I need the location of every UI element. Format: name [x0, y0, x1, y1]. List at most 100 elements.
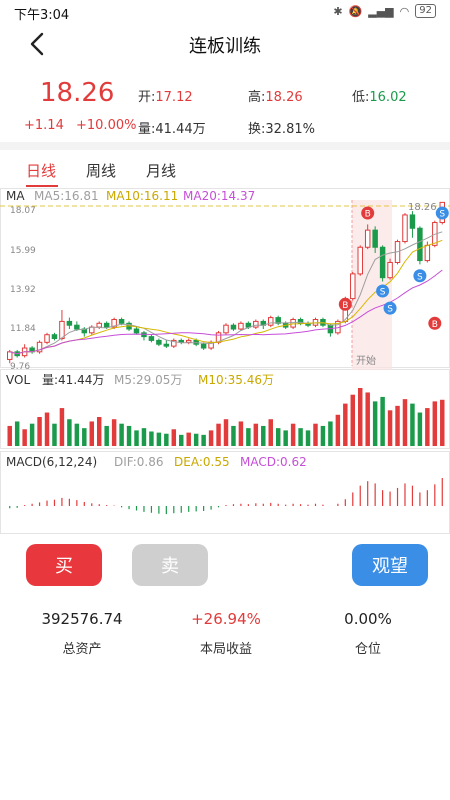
sell-marker-label: S	[439, 210, 445, 220]
volume-bar	[223, 419, 229, 446]
kline-chart[interactable]: MA MA5:16.81 MA10:16.11 MA20:14.37 18.07…	[0, 188, 450, 535]
ma20-label: MA20:14.37	[183, 189, 255, 203]
volume-bar	[156, 432, 162, 446]
tab-daily[interactable]: 日线	[26, 160, 56, 181]
volume-bar	[432, 401, 438, 446]
volume-bar	[201, 434, 206, 446]
candle-body	[156, 339, 162, 345]
volume-bar	[410, 403, 415, 446]
volume-bar	[171, 429, 177, 446]
signal-icon: ▂▄▆	[368, 4, 394, 18]
vol-label: VOL	[6, 373, 30, 387]
axis-price-1: 18.07	[10, 206, 36, 216]
tab-weekly[interactable]: 周线	[86, 160, 116, 181]
candle-body	[409, 214, 416, 229]
vol-value: 量:41.44万	[42, 373, 104, 387]
tab-monthly[interactable]: 月线	[146, 160, 176, 181]
axis-price-5: 9.76	[10, 362, 30, 372]
candle-body	[364, 229, 371, 248]
round-return-label: 本局收益	[199, 642, 252, 657]
candle-body	[223, 324, 229, 334]
macd-label: MACD(6,12,24)	[6, 455, 97, 469]
candle-body	[133, 328, 140, 334]
status-bar: 下午3:04 ✱ 🔕 ▂▄▆ ◠ 92	[0, 0, 450, 24]
volume-bar	[22, 429, 27, 446]
candle-body	[424, 244, 431, 262]
vol-m5: M5:29.05万	[114, 373, 182, 387]
page-title: 连板训练	[189, 36, 261, 57]
volume-bar	[164, 433, 169, 446]
volume-bar	[358, 388, 363, 446]
macd-value: MACD:0.62	[240, 455, 307, 469]
volume-bar	[350, 394, 356, 446]
ma10-label: MA10:16.11	[106, 189, 178, 203]
candle-body	[357, 246, 363, 275]
volume-bars-group	[7, 388, 445, 446]
candle-body	[148, 336, 155, 341]
volume-bar	[283, 430, 288, 446]
period-tabs: 日线 周线 月线	[0, 152, 450, 188]
volume-bar	[29, 423, 35, 446]
low-value: 16.02	[369, 90, 407, 105]
volume-bar	[290, 423, 296, 446]
status-time: 下午3:04	[14, 8, 70, 23]
candle-body	[51, 334, 58, 340]
ma-label: MA	[6, 189, 25, 203]
candle-body	[118, 319, 125, 324]
tab-active-underline	[26, 185, 58, 187]
current-price: 18.26	[40, 78, 115, 108]
volume-bar	[253, 423, 259, 446]
axis-price-4: 11.84	[10, 324, 36, 334]
volume-bar	[37, 417, 42, 446]
volume-bar	[82, 428, 87, 446]
volume-bar	[14, 421, 20, 446]
volume-bar	[89, 421, 94, 446]
buy-button[interactable]: 买	[26, 544, 102, 586]
round-return-value: +26.94%	[191, 610, 261, 628]
candle-body	[103, 322, 110, 328]
buy-marker-label: B	[365, 210, 371, 220]
volume-bar	[298, 428, 303, 446]
volume-bar	[134, 430, 139, 446]
high-value: 18.26	[265, 90, 303, 105]
open-quote: 开:17.12	[138, 86, 193, 105]
candle-body	[402, 214, 408, 243]
candle-body	[379, 246, 386, 279]
low-label: 低:	[352, 90, 370, 105]
change-percent: +10.00%	[76, 118, 137, 133]
change-value: +1.14	[24, 118, 64, 133]
candle-body	[74, 324, 80, 330]
candle-body	[163, 343, 170, 347]
sell-button[interactable]: 卖	[132, 544, 208, 586]
volume-bar	[417, 412, 423, 446]
mute-icon: 🔕	[348, 4, 363, 18]
wifi-icon: ◠	[399, 4, 410, 18]
volume-label: 量:	[138, 122, 156, 137]
volume-bar	[402, 399, 408, 446]
candle-body	[290, 319, 296, 328]
battery-icon: 92	[415, 4, 436, 18]
total-assets-value: 392576.74	[41, 610, 123, 628]
volume-bar	[313, 423, 318, 446]
volume-quote: 量:41.44万	[138, 118, 206, 137]
volume-bar	[425, 408, 430, 446]
volume-bar	[67, 419, 72, 446]
candle-body	[66, 320, 73, 326]
axis-price-2: 15.99	[10, 246, 36, 256]
low-quote: 低:16.02	[352, 86, 407, 105]
high-quote: 高:18.26	[248, 86, 303, 105]
sell-marker-label: S	[387, 305, 393, 315]
candle-body	[6, 351, 13, 360]
candle-body	[59, 320, 65, 340]
total-assets-label: 总资产	[62, 642, 102, 657]
watch-button[interactable]: 观望	[352, 544, 428, 586]
candle-body	[238, 322, 244, 330]
volume-bar	[395, 405, 400, 446]
volume-bar	[44, 412, 50, 446]
vol-m10: M10:35.46万	[198, 373, 274, 387]
volume-bar	[275, 428, 281, 446]
candle-body	[185, 339, 192, 343]
candle-body	[417, 227, 423, 262]
volume-bar	[380, 396, 385, 446]
volume-bar	[238, 421, 244, 446]
